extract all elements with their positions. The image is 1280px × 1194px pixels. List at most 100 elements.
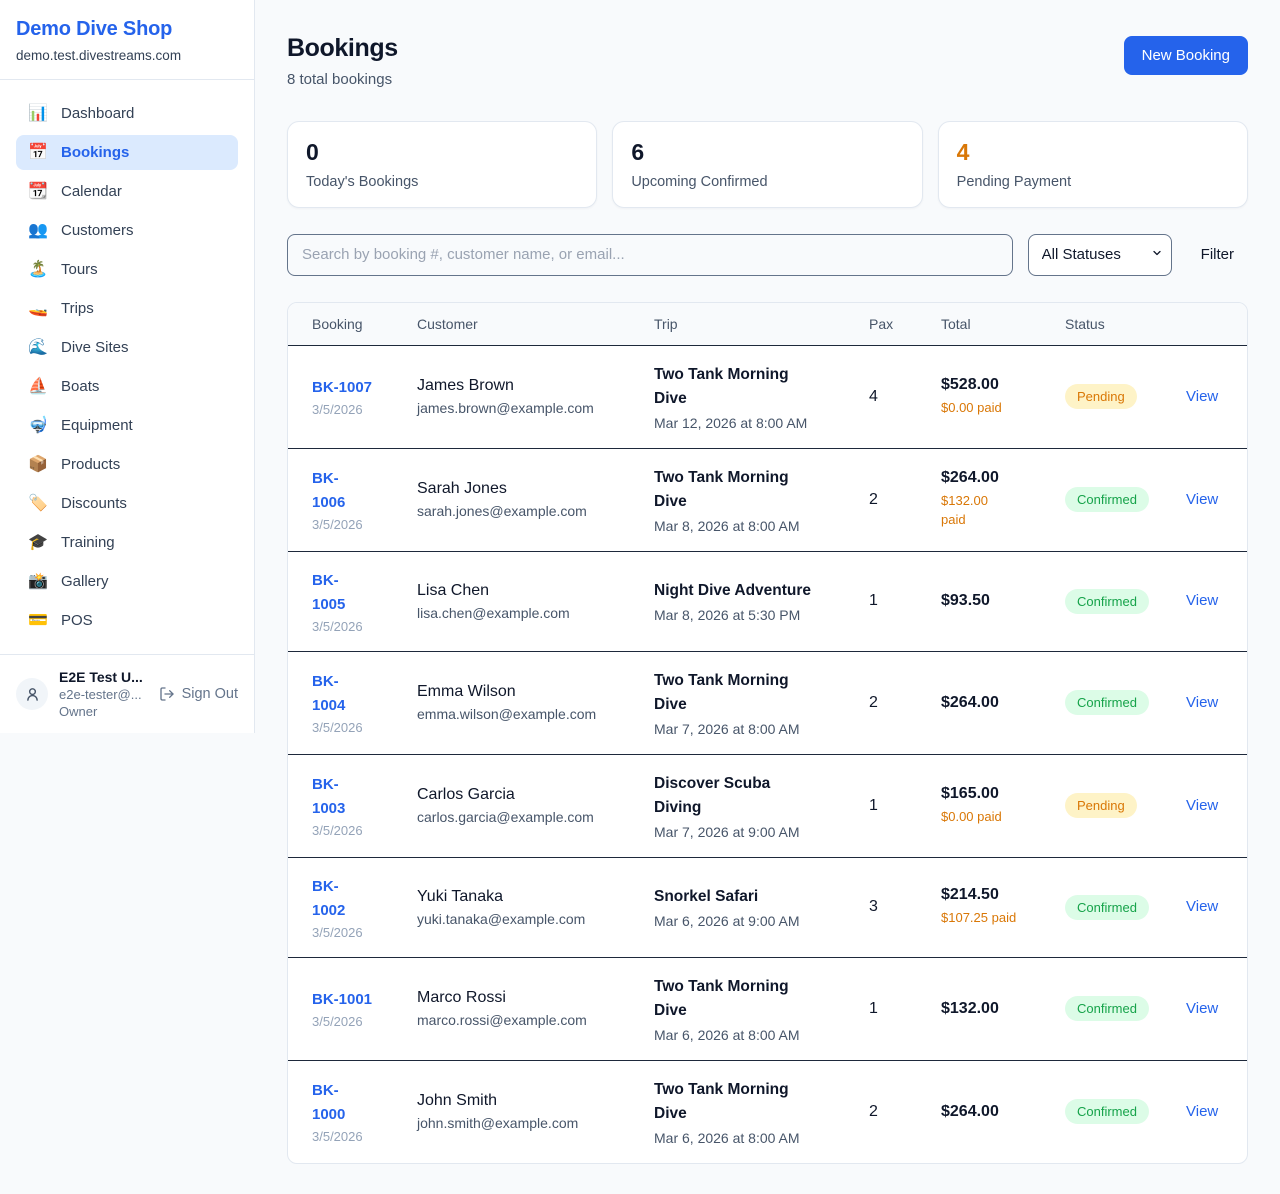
sidebar-header: Demo Dive Shop demo.test.divestreams.com [0, 0, 254, 80]
status-badge: Pending [1065, 384, 1137, 409]
stat-card: 0 Today's Bookings [287, 121, 597, 208]
bookings-table: BookingCustomerTripPaxTotalStatus BK-100… [288, 303, 1247, 1163]
status-badge: Pending [1065, 793, 1137, 818]
table-row: BK- 1003 3/5/2026 Carlos Garcia carlos.g… [288, 754, 1247, 857]
search-input[interactable] [287, 234, 1013, 276]
view-link[interactable]: View [1186, 797, 1218, 814]
total-amount: $264.00 [941, 469, 1033, 487]
customer-name: Marco Rossi [417, 989, 622, 1007]
status-badge: Confirmed [1065, 589, 1149, 614]
main-content: Bookings 8 total bookings New Booking 0 … [255, 0, 1280, 1194]
sidebar-item-trips[interactable]: 🚤 Trips [16, 291, 238, 326]
stat-label: Upcoming Confirmed [631, 174, 903, 190]
booking-id-link[interactable]: BK- 1003 [312, 773, 385, 821]
status-select-wrap: All Statuses [1028, 234, 1172, 276]
booking-date: 3/5/2026 [312, 925, 385, 940]
sidebar-item-label: Tours [61, 261, 98, 278]
sidebar-item-bookings[interactable]: 📅 Bookings [16, 135, 238, 170]
sign-out-label: Sign Out [182, 686, 238, 702]
sidebar-item-pos[interactable]: 💳 POS [16, 603, 238, 638]
sidebar-item-label: Training [61, 534, 115, 551]
view-link[interactable]: View [1186, 694, 1218, 711]
pax-count: 2 [869, 1103, 878, 1120]
table-row: BK- 1005 3/5/2026 Lisa Chen lisa.chen@ex… [288, 551, 1247, 651]
booking-date: 3/5/2026 [312, 517, 385, 532]
trip-name: Two Tank Morning Dive [654, 466, 837, 514]
table-row: BK- 1002 3/5/2026 Yuki Tanaka yuki.tanak… [288, 857, 1247, 957]
column-header-actions [1170, 303, 1247, 346]
equipment-icon: 🤿 [28, 418, 48, 434]
trip-name: Discover Scuba Diving [654, 772, 837, 820]
booking-id-link[interactable]: BK- 1004 [312, 670, 385, 718]
table-row: BK- 1004 3/5/2026 Emma Wilson emma.wilso… [288, 651, 1247, 754]
sidebar-item-label: Customers [61, 222, 134, 239]
sidebar-item-boats[interactable]: ⛵ Boats [16, 369, 238, 404]
status-badge: Confirmed [1065, 487, 1149, 512]
stat-card: 6 Upcoming Confirmed [612, 121, 922, 208]
customer-email: marco.rossi@example.com [417, 1012, 622, 1028]
customer-name: James Brown [417, 377, 622, 395]
sidebar-item-label: Products [61, 456, 120, 473]
pos-icon: 💳 [28, 613, 48, 629]
user-email: e2e-tester@... [59, 687, 148, 702]
booking-id-link[interactable]: BK- 1002 [312, 875, 385, 923]
sidebar-item-label: Dashboard [61, 105, 134, 122]
column-header-customer: Customer [401, 303, 638, 346]
filter-button[interactable]: Filter [1187, 246, 1248, 263]
pax-count: 1 [869, 592, 878, 609]
booking-id-link[interactable]: BK- 1005 [312, 569, 385, 617]
booking-id-link[interactable]: BK-1001 [312, 988, 385, 1012]
booking-date: 3/5/2026 [312, 1129, 385, 1144]
booking-date: 3/5/2026 [312, 823, 385, 838]
booking-id-link[interactable]: BK-1007 [312, 376, 385, 400]
pax-count: 1 [869, 1000, 878, 1017]
filter-row: All Statuses Filter [287, 234, 1248, 276]
view-link[interactable]: View [1186, 388, 1218, 405]
sidebar-item-label: POS [61, 612, 93, 629]
sidebar-item-customers[interactable]: 👥 Customers [16, 213, 238, 248]
view-link[interactable]: View [1186, 1000, 1218, 1017]
booking-date: 3/5/2026 [312, 720, 385, 735]
table-row: BK-1007 3/5/2026 James Brown james.brown… [288, 345, 1247, 448]
status-select[interactable]: All Statuses [1028, 234, 1172, 276]
stats-row: 0 Today's Bookings 6 Upcoming Confirmed … [287, 121, 1248, 208]
sidebar-item-tours[interactable]: 🏝️ Tours [16, 252, 238, 287]
total-amount: $132.00 [941, 1000, 1033, 1018]
booking-id-link[interactable]: BK- 1006 [312, 467, 385, 515]
customer-name: Carlos Garcia [417, 786, 622, 804]
customer-email: carlos.garcia@example.com [417, 809, 622, 825]
new-booking-button[interactable]: New Booking [1124, 36, 1248, 75]
log-out-icon [159, 686, 175, 702]
sidebar-item-label: Gallery [61, 573, 109, 590]
view-link[interactable]: View [1186, 898, 1218, 915]
sign-out-button[interactable]: Sign Out [159, 686, 238, 702]
pax-count: 4 [869, 388, 878, 405]
sidebar-item-dive-sites[interactable]: 🌊 Dive Sites [16, 330, 238, 365]
booking-id-link[interactable]: BK- 1000 [312, 1079, 385, 1127]
customer-email: lisa.chen@example.com [417, 605, 622, 621]
view-link[interactable]: View [1186, 592, 1218, 609]
sidebar-item-products[interactable]: 📦 Products [16, 447, 238, 482]
pax-count: 2 [869, 491, 878, 508]
sidebar-nav: 📊 Dashboard 📅 Bookings 📆 Calendar 👥 Cust… [0, 80, 254, 654]
page-header: Bookings 8 total bookings New Booking [287, 34, 1248, 88]
sidebar-item-label: Discounts [61, 495, 127, 512]
view-link[interactable]: View [1186, 1103, 1218, 1120]
sidebar-item-training[interactable]: 🎓 Training [16, 525, 238, 560]
trip-datetime: Mar 8, 2026 at 8:00 AM [654, 518, 837, 534]
sidebar-item-dashboard[interactable]: 📊 Dashboard [16, 96, 238, 131]
booking-date: 3/5/2026 [312, 1014, 385, 1029]
column-header-pax: Pax [853, 303, 925, 346]
sidebar-item-label: Calendar [61, 183, 122, 200]
person-icon [24, 686, 41, 703]
stat-label: Today's Bookings [306, 174, 578, 190]
customer-name: Emma Wilson [417, 683, 622, 701]
view-link[interactable]: View [1186, 491, 1218, 508]
sidebar-item-discounts[interactable]: 🏷️ Discounts [16, 486, 238, 521]
sidebar-item-calendar[interactable]: 📆 Calendar [16, 174, 238, 209]
sidebar-item-gallery[interactable]: 📸 Gallery [16, 564, 238, 599]
paid-amount: $0.00 paid [941, 808, 1033, 827]
customer-email: james.brown@example.com [417, 400, 622, 416]
sidebar-item-equipment[interactable]: 🤿 Equipment [16, 408, 238, 443]
bookings-icon: 📅 [28, 145, 48, 161]
